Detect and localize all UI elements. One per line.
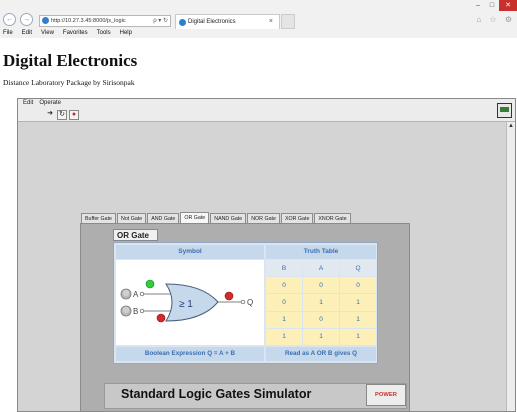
power-button[interactable]: POWER bbox=[366, 384, 406, 406]
truth-table-header: Truth Table bbox=[266, 245, 376, 259]
vi-menu-bar: Edit Operate bbox=[18, 99, 515, 108]
input-b-led bbox=[156, 313, 166, 323]
output-q-node bbox=[240, 299, 246, 305]
browser-tab[interactable]: Digital Electronics × bbox=[175, 14, 280, 29]
menu-bar: File Edit View Favorites Tools Help bbox=[0, 29, 517, 38]
page-title: Digital Electronics bbox=[3, 51, 138, 70]
input-a-switch-knob bbox=[122, 289, 130, 297]
address-tools[interactable]: ρ ▾ ↻ bbox=[153, 16, 168, 26]
menu-file[interactable]: File bbox=[3, 29, 13, 38]
input-b-switch-knob bbox=[122, 306, 130, 314]
truth-table-column-q: Q bbox=[340, 260, 376, 277]
boolean-expression: Boolean Expression Q = A + B bbox=[116, 347, 264, 361]
url-text: http://10.27.3.45:8000/js_logic bbox=[51, 18, 126, 24]
truth-table-cell: 0 bbox=[266, 277, 302, 294]
truth-table-cell: 1 bbox=[266, 311, 302, 328]
ie-icon bbox=[42, 17, 49, 24]
page-subtitle: Distance Laboratory Package by Sirisonpa… bbox=[3, 78, 135, 87]
back-button[interactable]: ← bbox=[3, 13, 16, 26]
truth-table-cell: 1 bbox=[303, 328, 339, 345]
input-b-label: B bbox=[133, 307, 138, 316]
truth-table-cell: 1 bbox=[340, 294, 376, 311]
input-b-node bbox=[139, 308, 145, 314]
vi-icon bbox=[497, 103, 512, 118]
menu-help[interactable]: Help bbox=[120, 29, 132, 38]
symbol-header: Symbol bbox=[116, 245, 264, 259]
tab-title: Digital Electronics bbox=[188, 19, 236, 25]
maximize-button[interactable]: □ bbox=[485, 0, 499, 11]
truth-table: B A Q 0 0 0 0 1 1 1 0 1 1 1 1 bbox=[266, 260, 376, 345]
truth-table-cell: 0 bbox=[266, 294, 302, 311]
truth-table-column-b: B bbox=[266, 260, 302, 277]
window-controls: – □ ✕ bbox=[471, 0, 517, 11]
browser-right-icons[interactable]: ⌂ ☆ ⚙ bbox=[476, 15, 515, 24]
vi-menu-edit[interactable]: Edit bbox=[23, 99, 33, 108]
minimize-button[interactable]: – bbox=[471, 0, 485, 11]
truth-table-cell: 1 bbox=[340, 328, 376, 345]
truth-table-cell: 0 bbox=[340, 277, 376, 294]
truth-table-cell: 1 bbox=[266, 328, 302, 345]
vertical-scrollbar[interactable]: ▲ bbox=[506, 122, 515, 411]
forward-button[interactable]: → bbox=[20, 13, 33, 26]
address-bar[interactable]: http://10.27.3.45:8000/js_logic ρ ▾ ↻ bbox=[39, 15, 171, 27]
menu-favorites[interactable]: Favorites bbox=[63, 29, 88, 38]
input-a-led bbox=[145, 279, 155, 289]
truth-table-cell: 1 bbox=[303, 294, 339, 311]
read-as-text: Read as A OR B gives Q bbox=[266, 347, 376, 361]
run-continuous-icon[interactable]: ↻ bbox=[57, 110, 67, 120]
or-gate-diagram: A B ≥ 1 Q bbox=[120, 279, 253, 323]
gate-symbol-label: ≥ 1 bbox=[179, 299, 193, 310]
close-button[interactable]: ✕ bbox=[499, 0, 517, 11]
run-arrow-icon[interactable]: ➜ bbox=[45, 110, 55, 120]
vi-toolbar: ➜ ↻ ● bbox=[18, 108, 515, 122]
tab-close-icon[interactable]: × bbox=[269, 15, 273, 29]
tab-favicon-icon bbox=[179, 19, 186, 26]
menu-edit[interactable]: Edit bbox=[22, 29, 32, 38]
truth-table-column-a: A bbox=[303, 260, 339, 277]
vi-menu-operate[interactable]: Operate bbox=[39, 99, 61, 108]
truth-table-cell: 1 bbox=[340, 311, 376, 328]
browser-chrome: ← → http://10.27.3.45:8000/js_logic ρ ▾ … bbox=[0, 0, 517, 38]
new-tab-button[interactable] bbox=[281, 14, 295, 29]
gate-heading: OR Gate bbox=[113, 229, 158, 241]
truth-table-cell: 0 bbox=[303, 311, 339, 328]
input-a-label: A bbox=[133, 290, 139, 299]
abort-icon[interactable]: ● bbox=[69, 110, 79, 120]
simulator-title: Standard Logic Gates Simulator bbox=[121, 387, 312, 401]
input-a-node bbox=[139, 291, 145, 297]
menu-tools[interactable]: Tools bbox=[97, 29, 111, 38]
output-q-led bbox=[224, 291, 234, 301]
truth-table-cell: 0 bbox=[303, 277, 339, 294]
menu-view[interactable]: View bbox=[41, 29, 54, 38]
output-q-label: Q bbox=[247, 298, 253, 307]
scroll-up-arrow-icon[interactable]: ▲ bbox=[507, 123, 515, 129]
symbol-area: A B ≥ 1 Q bbox=[116, 260, 264, 345]
